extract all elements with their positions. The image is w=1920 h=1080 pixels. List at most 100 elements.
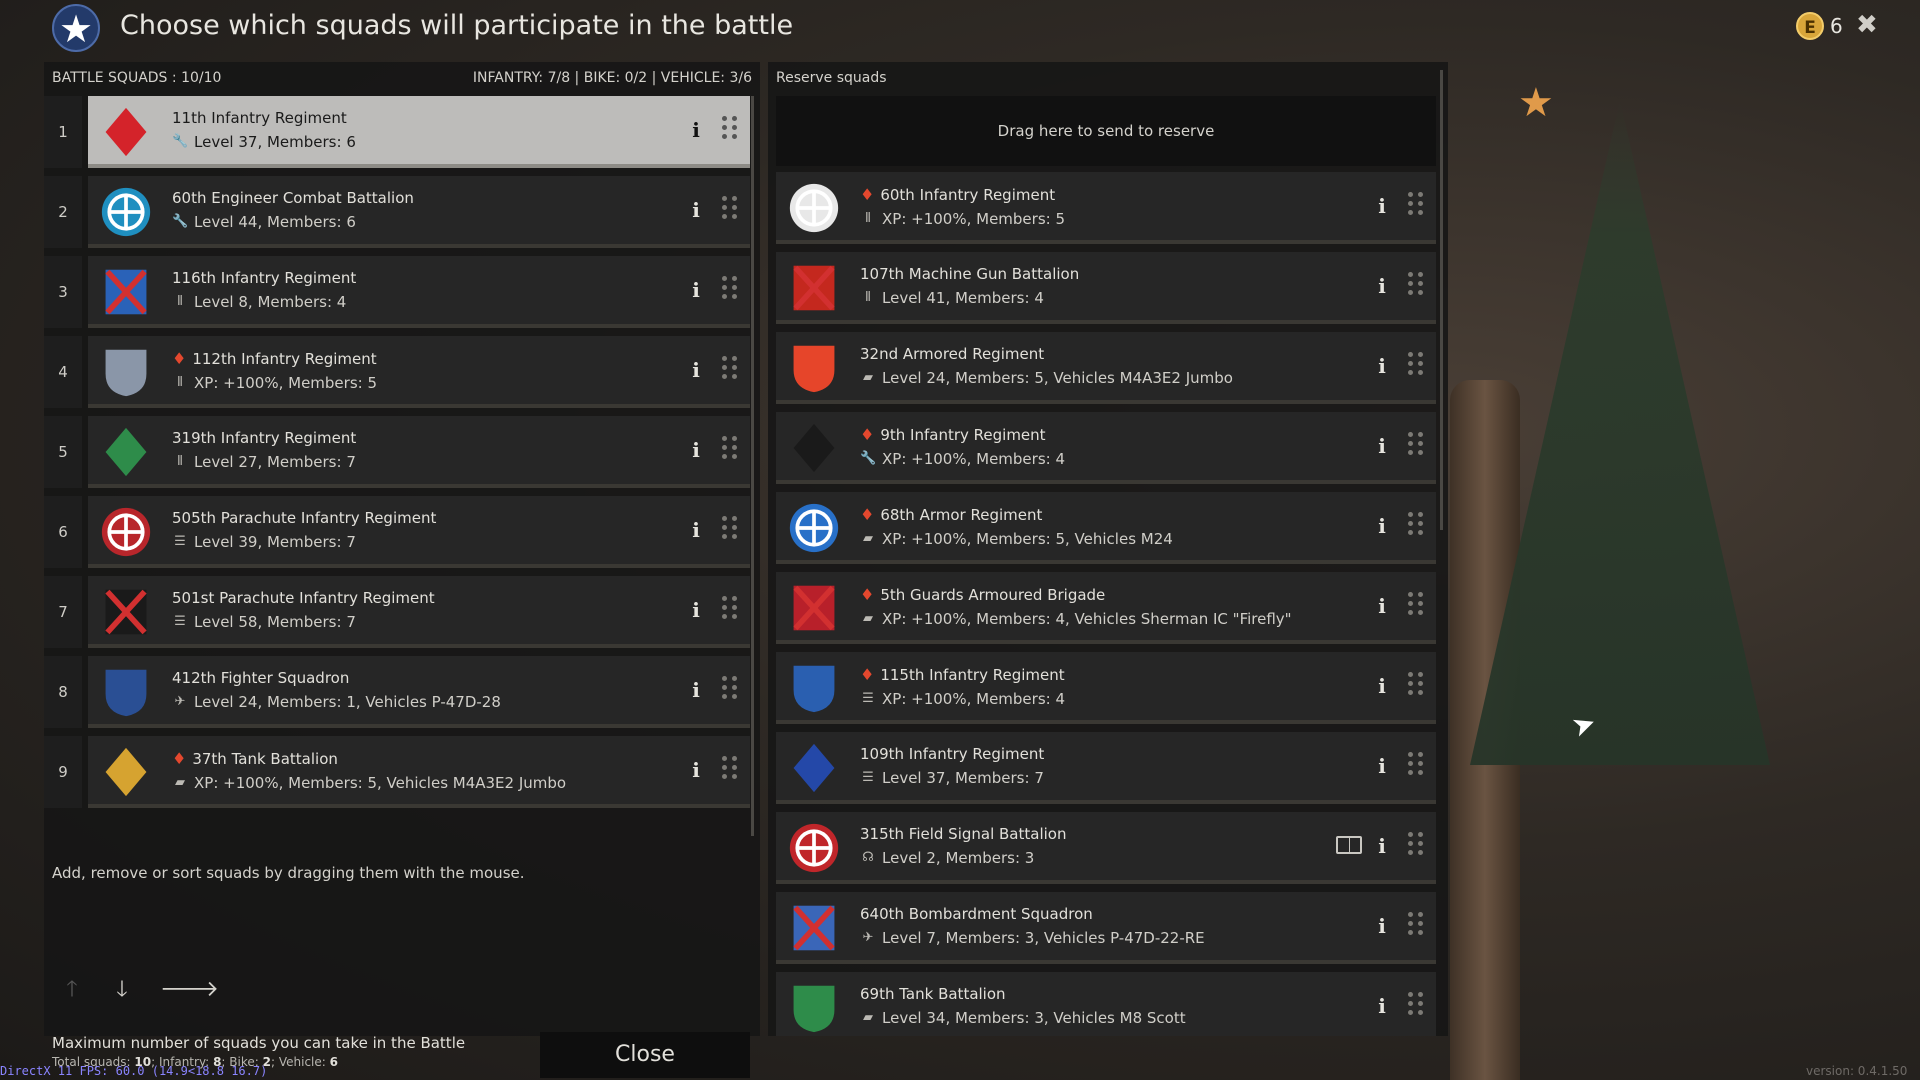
battle-squads-panel: BATTLE SQUADS : 10/10 INFANTRY: 7/8 | BI… [44,62,760,1078]
squad-info-icon[interactable]: i [688,678,704,706]
squad-card[interactable]: 315th Field Signal Battalion ☊ Level 2, Me… [776,812,1436,884]
squad-card[interactable]: ♦ 37th Tank Battalion ▰ XP: +100%, Members:… [88,736,750,808]
drag-handle-icon[interactable] [1408,672,1424,700]
squad-info-icon[interactable]: i [1374,834,1390,862]
squad-card[interactable]: ♦ 112th Infantry Regiment ⫴ XP: +100%, Memb… [88,336,750,408]
squad-info-icon[interactable]: i [1374,434,1390,462]
wrench-icon: 🔧 [860,451,877,466]
squad-card[interactable]: ♦ 115th Infantry Regiment ☰ XP: +100%, Memb… [776,652,1436,724]
drag-handle-icon[interactable] [722,516,738,544]
drag-handle-icon[interactable] [1408,512,1424,540]
squad-card[interactable]: 107th Machine Gun Battalion ⫴ Level 41, Me… [776,252,1436,324]
squad-info-icon[interactable]: i [1374,754,1390,782]
squad-card[interactable]: ♦ 5th Guards Armoured Brigade ▰ XP: +100%, … [776,572,1436,644]
drag-handle-icon[interactable] [1408,992,1424,1020]
slot-number: 5 [44,416,82,488]
rifles-icon: ⫴ [177,454,183,469]
squad-info-icon[interactable]: i [688,278,704,306]
squad-card[interactable]: ♦ 9th Infantry Regiment 🔧 XP: +100%, Member… [776,412,1436,484]
squad-info-icon[interactable]: i [688,198,704,226]
squad-card[interactable]: 69th Tank Battalion ▰ Level 34, Members: 3… [776,972,1436,1036]
max-squads-title: Maximum number of squads you can take in… [52,1034,466,1052]
drag-handle-icon[interactable] [1408,352,1424,380]
squad-info-icon[interactable]: i [1374,194,1390,222]
drag-handle-icon[interactable] [1408,592,1424,620]
manual-book-icon[interactable] [1336,836,1362,854]
battle-list-scrollbar[interactable] [751,96,754,836]
squad-info-icon[interactable]: i [1374,914,1390,942]
squad-info-icon[interactable]: i [1374,994,1390,1022]
squad-card[interactable]: 640th Bombardment Squadron ✈ Level 7, Memb… [776,892,1436,964]
drag-handle-icon[interactable] [722,676,738,704]
move-to-reserve-button[interactable]: 🡒 [160,978,219,1002]
squad-card[interactable]: 501st Parachute Infantry Regiment ☰ Level … [88,576,750,648]
squad-emblem-icon [786,820,842,876]
squad-info-icon[interactable]: i [688,358,704,386]
drag-handle-icon[interactable] [1408,272,1424,300]
squad-card[interactable]: 11th Infantry Regiment 🔧 Level 37, Members… [88,96,750,168]
list-icon: ☰ [862,691,874,706]
squad-name: 60th Infantry Regiment [880,185,1056,204]
squad-info-icon[interactable]: i [1374,514,1390,542]
squad-info-icon[interactable]: i [1374,274,1390,302]
squad-card[interactable]: ♦ 68th Armor Regiment ▰ XP: +100%, Members:… [776,492,1436,564]
squad-card[interactable]: 319th Infantry Regiment ⫴ Level 27, Member… [88,416,750,488]
close-button[interactable]: Close [540,1032,750,1078]
squad-info-icon[interactable]: i [1374,354,1390,382]
squad-info-line: ☰ XP: +100%, Members: 4 [860,690,1065,708]
drag-handle-icon[interactable] [1408,752,1424,780]
squad-card[interactable]: 32nd Armored Regiment ▰ Level 24, Members:… [776,332,1436,404]
squad-emblem-icon [786,340,842,396]
squad-card[interactable]: 505th Parachute Infantry Regiment ☰ Level … [88,496,750,568]
squad-name: 505th Parachute Infantry Regiment [172,509,437,527]
reserve-list-scrollbar[interactable] [1440,70,1443,530]
squad-info-line: ▰ Level 34, Members: 3, Vehicles M8 Scott [860,1009,1186,1027]
squad-info-icon[interactable]: i [688,118,704,146]
currency-display: E 6 [1796,12,1843,40]
drag-handle-icon[interactable] [1408,912,1424,940]
drag-handle-icon[interactable] [1408,832,1424,860]
squad-info-icon[interactable]: i [1374,594,1390,622]
drag-handle-icon[interactable] [722,196,738,224]
squad-card[interactable]: 109th Infantry Regiment ☰ Level 37, Member… [776,732,1436,804]
squad-info: XP: +100%, Members: 4, Vehicles Sherman … [882,610,1292,628]
squad-card[interactable]: 60th Engineer Combat Battalion 🔧 Level 44,… [88,176,750,248]
drag-handle-icon[interactable] [1408,432,1424,460]
faction-star-icon: ★ [52,4,100,52]
squad-info-icon[interactable]: i [688,518,704,546]
battle-squads-count: BATTLE SQUADS : 10/10 [52,70,222,86]
squad-name: 68th Armor Regiment [880,505,1043,524]
squad-card[interactable]: 412th Fighter Squadron ✈ Level 24, Members… [88,656,750,728]
move-up-button[interactable]: 🡑 [60,978,84,1002]
drag-handle-icon[interactable] [1408,192,1424,220]
squad-card[interactable]: ♦ 60th Infantry Regiment ⫴ XP: +100%, Membe… [776,172,1436,244]
squad-row: 109th Infantry Regiment ☰ Level 37, Member… [776,732,1436,812]
squad-name-line: ♦ 37th Tank Battalion [172,749,566,768]
squad-name: 315th Field Signal Battalion [860,825,1067,843]
reserve-drop-zone[interactable]: Drag here to send to reserve [776,96,1436,166]
drag-handle-icon[interactable] [722,596,738,624]
squad-name: 412th Fighter Squadron [172,669,350,687]
squad-info-line: 🔧 Level 37, Members: 6 [172,133,356,151]
squad-info-line: ⫴ XP: +100%, Members: 5 [860,210,1065,228]
drag-handle-icon[interactable] [722,756,738,784]
move-down-button[interactable]: 🡓 [110,978,134,1002]
drag-handle-icon[interactable] [722,116,738,144]
squad-info: Level 37, Members: 6 [194,133,356,151]
squad-info-icon[interactable]: i [688,758,704,786]
squad-info-line: ⫴ Level 41, Members: 4 [860,289,1079,307]
squad-info-icon[interactable]: i [1374,674,1390,702]
close-icon[interactable]: ✖ [1856,10,1878,40]
squad-name: 11th Infantry Regiment [172,109,347,127]
squad-row: ♦ 60th Infantry Regiment ⫴ XP: +100%, Membe… [776,172,1436,252]
squad-card[interactable]: 116th Infantry Regiment ⫴ Level 8, Members… [88,256,750,328]
battle-squads-header: BATTLE SQUADS : 10/10 INFANTRY: 7/8 | BI… [44,62,760,94]
squad-info: Level 39, Members: 7 [194,533,356,551]
drag-handle-icon[interactable] [722,276,738,304]
squad-info-icon[interactable]: i [688,438,704,466]
squad-info-line: 🔧 Level 44, Members: 6 [172,213,414,231]
battle-squads-limits: INFANTRY: 7/8 | BIKE: 0/2 | VEHICLE: 3/6 [472,70,752,86]
squad-info-icon[interactable]: i [688,598,704,626]
drag-handle-icon[interactable] [722,436,738,464]
drag-handle-icon[interactable] [722,356,738,384]
